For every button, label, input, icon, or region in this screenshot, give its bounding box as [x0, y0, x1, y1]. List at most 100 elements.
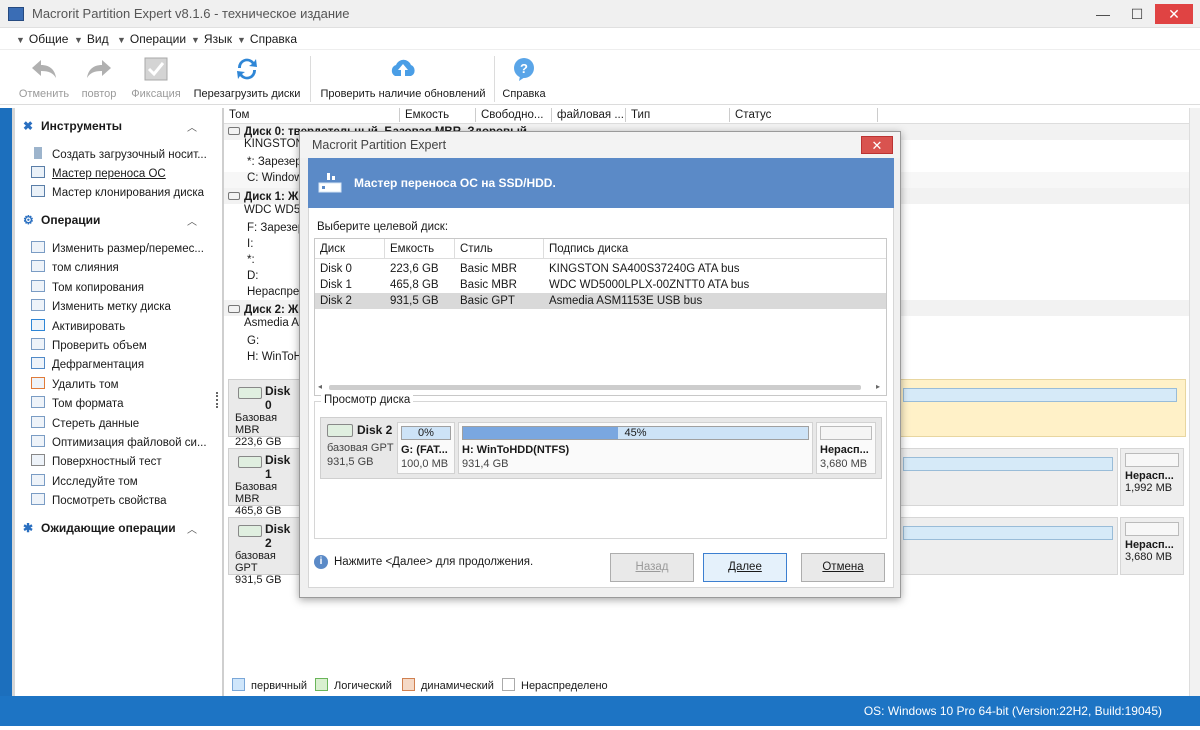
disk-row[interactable]: Диск 2: Ж — [228, 304, 298, 316]
close-window-button[interactable]: ✕ — [1155, 4, 1193, 24]
operation-label: том слияния — [52, 262, 119, 275]
volume-row[interactable]: *: — [247, 254, 255, 266]
scroll-right-icon[interactable]: ▸ — [876, 382, 880, 391]
scroll-left-icon[interactable]: ◂ — [318, 382, 322, 391]
operation-item[interactable]: Том копирования — [31, 279, 217, 294]
tool-create-boot-media[interactable]: Создать загрузочный носит... — [31, 147, 217, 161]
collapse-chevron-icon[interactable]: ︿ — [187, 213, 197, 228]
operation-item[interactable]: Проверить объем — [31, 338, 217, 352]
operation-item[interactable]: Изменить метку диска — [31, 299, 217, 313]
menu-language[interactable]: ▼ Язык — [191, 32, 232, 46]
usage-bar — [1125, 522, 1179, 536]
volume-row[interactable]: D: — [247, 270, 259, 282]
redo-icon — [76, 54, 122, 84]
volume-row[interactable]: H: WinToH — [247, 351, 302, 363]
pending-section-header[interactable]: ✱ Ожидающие операции — [23, 521, 176, 535]
row-label: *: — [247, 254, 255, 266]
check-updates-button[interactable]: Проверить наличие обновлений — [318, 54, 488, 100]
legend-label: Логический — [334, 680, 392, 692]
operation-item[interactable]: Удалить том — [31, 376, 217, 391]
collapse-chevron-icon[interactable]: ︿ — [187, 119, 197, 134]
menu-view-label: Вид — [86, 32, 109, 46]
col-disk[interactable]: Диск — [315, 239, 385, 259]
operation-item[interactable]: Стереть данные — [31, 415, 217, 430]
commit-button[interactable]: Фиксация — [128, 54, 184, 100]
col-capacity[interactable]: Емкость — [385, 239, 455, 259]
unallocated-block[interactable]: Нерасп... 1,992 MB — [1120, 448, 1184, 506]
tool-os-migration[interactable]: Мастер переноса ОС — [31, 166, 217, 180]
unallocated-block[interactable]: Нерасп... 3,680 MB — [1120, 517, 1184, 575]
cancel-button[interactable]: Отмена — [801, 553, 885, 582]
preview-partition-g[interactable]: 0% G: (FAT... 100,0 MB — [397, 422, 455, 474]
disk-list-row[interactable]: Disk 2 931,5 GB Basic GPT Asmedia ASM1153E … — [315, 293, 886, 309]
partition-block[interactable] — [900, 379, 1186, 437]
col-capacity[interactable]: Емкость — [400, 108, 476, 122]
dialog-title: Macrorit Partition Expert — [312, 138, 447, 152]
redo-button[interactable]: повтор — [76, 54, 122, 100]
undo-button[interactable]: Отменить — [16, 54, 72, 100]
partition-block[interactable] — [900, 448, 1118, 506]
minimize-button[interactable]: — — [1090, 4, 1116, 24]
volume-row[interactable]: KINGSTON — [244, 138, 304, 150]
volume-row[interactable]: Asmedia AS — [244, 317, 307, 329]
horizontal-scrollbar[interactable]: ◂ ▸ — [315, 380, 886, 395]
preview-unallocated[interactable]: Нерасп... 3,680 MB — [816, 422, 876, 474]
col-filesystem[interactable]: файловая ... — [552, 108, 626, 122]
operation-item[interactable]: Том формата — [31, 396, 217, 410]
volume-row[interactable]: G: — [247, 335, 259, 347]
operation-item[interactable]: Изменить размер/перемес... — [31, 241, 217, 255]
tool-disk-clone[interactable]: Мастер клонирования диска — [31, 185, 217, 199]
row-label: Диск 1: Ж — [244, 191, 299, 203]
disk-cap-cell: 465,8 GB — [390, 279, 439, 291]
col-volume[interactable]: Том — [224, 108, 400, 122]
volume-row[interactable]: C: Window — [247, 172, 303, 184]
operation-item[interactable]: Исследуйте том — [31, 473, 217, 488]
scroll-thumb[interactable] — [329, 385, 861, 390]
col-signature[interactable]: Подпись диска — [544, 239, 886, 259]
operation-item[interactable]: том слияния — [31, 260, 217, 274]
maximize-button[interactable]: ☐ — [1124, 4, 1150, 24]
legend-label: динамический — [421, 680, 494, 692]
col-status[interactable]: Статус — [730, 108, 878, 122]
tool-label: Мастер переноса ОС — [52, 168, 166, 180]
dialog-close-button[interactable]: ✕ — [861, 136, 893, 154]
col-free[interactable]: Свободно... — [476, 108, 552, 122]
operation-item[interactable]: Поверхностный тест — [31, 454, 217, 468]
volume-row[interactable]: *: Зарезер — [247, 156, 302, 168]
col-style[interactable]: Стиль — [455, 239, 544, 259]
help-bubble-icon: ? — [500, 54, 548, 84]
back-button[interactable]: Назад — [610, 553, 694, 582]
menu-general[interactable]: ▼ Общие — [16, 32, 68, 46]
volume-row[interactable]: I: — [247, 238, 253, 250]
col-type[interactable]: Тип — [626, 108, 730, 122]
operation-icon — [31, 357, 45, 370]
disk-icon — [238, 456, 262, 468]
reload-disks-button[interactable]: Перезагрузить диски — [192, 54, 302, 100]
collapse-chevron-icon[interactable]: ︿ — [187, 521, 197, 536]
menu-help[interactable]: ▼ Справка — [237, 32, 297, 46]
menu-view[interactable]: ▼ Вид — [74, 32, 109, 46]
disk-row[interactable]: Диск 1: Ж — [228, 191, 298, 203]
next-button[interactable]: Далее — [703, 553, 787, 582]
preview-partition-h[interactable]: 45% H: WinToHDD(NTFS) 931,4 GB — [458, 422, 813, 474]
operation-item[interactable]: Оптимизация файловой си... — [31, 435, 217, 449]
disk-type: Базовая MBR — [235, 412, 278, 436]
disk-list-row[interactable]: Disk 0 223,6 GB Basic MBR KINGSTON SA400S37… — [315, 261, 886, 277]
tools-section-header[interactable]: ✖ Инструменты — [23, 119, 122, 133]
volume-row[interactable]: WDC WD50 — [244, 204, 307, 216]
vertical-scrollbar[interactable] — [1189, 108, 1200, 696]
operation-item[interactable]: Активировать — [31, 318, 217, 333]
help-button[interactable]: ? Справка — [500, 54, 548, 100]
pane-resize-grip[interactable] — [216, 392, 218, 408]
preview-disk-type: базовая GPT — [327, 442, 394, 454]
operation-item[interactable]: Дефрагментация — [31, 357, 217, 371]
disk-icon — [327, 424, 353, 437]
partition-block[interactable] — [900, 517, 1118, 575]
operations-section-header[interactable]: ⚙ Операции — [23, 213, 100, 227]
disk-preview-label: Просмотр диска — [321, 394, 414, 406]
menu-operations[interactable]: ▼ Операции — [117, 32, 186, 46]
app-icon — [8, 7, 24, 21]
disk-list-row[interactable]: Disk 1 465,8 GB Basic MBR WDC WD5000LPLX-00… — [315, 277, 886, 293]
volume-row[interactable]: F: Зарезер — [247, 222, 304, 234]
operation-item[interactable]: Посмотреть свойства — [31, 493, 217, 507]
